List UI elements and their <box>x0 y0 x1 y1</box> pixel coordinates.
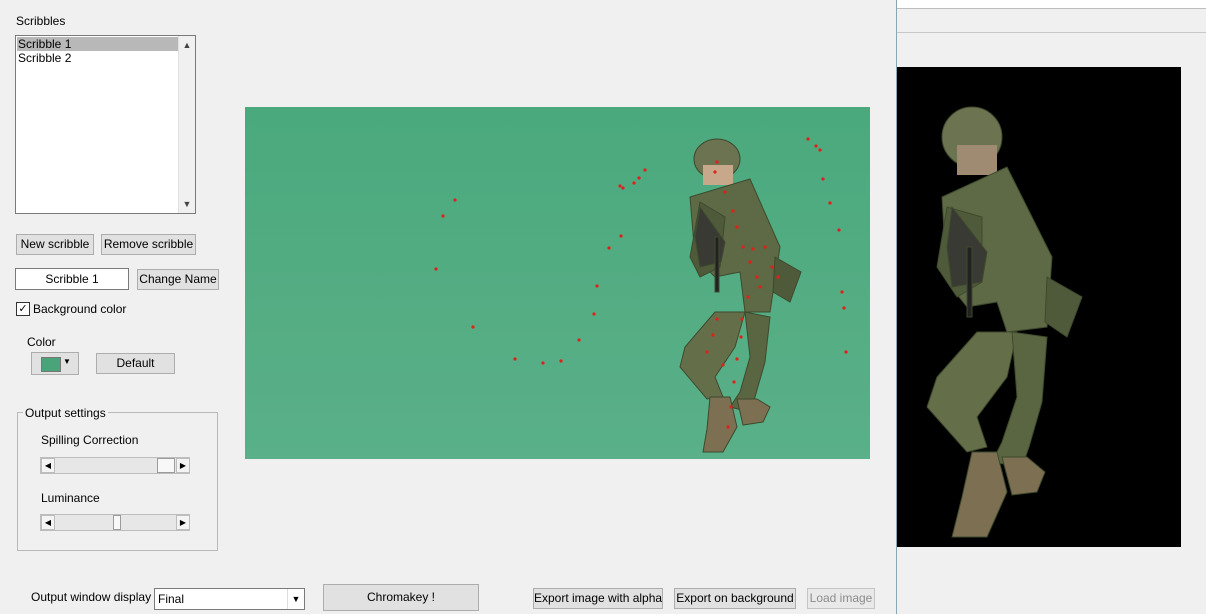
export-with-alpha-button[interactable]: Export image with alpha <box>533 588 663 609</box>
chevron-down-icon[interactable]: ▼ <box>287 589 304 609</box>
change-name-button[interactable]: Change Name <box>137 269 219 290</box>
color-swatch <box>41 357 61 372</box>
luminance-slider[interactable]: ◀ ▶ <box>40 514 190 531</box>
spilling-correction-slider[interactable]: ◀ ▶ <box>40 457 190 474</box>
input-image-preview[interactable] <box>245 107 870 459</box>
output-window-display-label: Output window display <box>31 590 152 604</box>
luminance-label: Luminance <box>41 491 100 505</box>
caret-down-icon: ▼ <box>63 357 71 366</box>
background-color-checkbox[interactable]: ✓ <box>16 302 30 316</box>
background-color-label: Background color <box>33 302 127 316</box>
extracted-soldier-image <box>897 67 1181 547</box>
output-image <box>897 67 1181 547</box>
select-value: Final <box>158 592 185 606</box>
arrow-left-icon[interactable]: ◀ <box>41 458 55 473</box>
output-window-divider <box>897 32 1206 33</box>
list-item-scribble-1[interactable]: Scribble 1 <box>17 37 179 51</box>
scribble-list[interactable]: Scribble 1 Scribble 2 ▲ ▼ <box>15 35 196 214</box>
scribbles-title: Scribbles <box>16 14 66 28</box>
slider-thumb[interactable] <box>113 515 121 530</box>
chevron-down-icon[interactable]: ▼ <box>179 196 195 212</box>
list-item-scribble-2[interactable]: Scribble 2 <box>17 51 179 65</box>
chevron-up-icon[interactable]: ▲ <box>179 37 195 53</box>
load-image-button[interactable]: Load image <box>807 588 875 609</box>
arrow-left-icon[interactable]: ◀ <box>41 515 55 530</box>
arrow-right-icon[interactable]: ▶ <box>176 458 190 473</box>
output-window-titlebar <box>897 0 1206 9</box>
scribble-name-field[interactable]: Scribble 1 <box>15 268 129 290</box>
green-screen-image[interactable] <box>245 107 870 459</box>
export-on-background-button[interactable]: Export on background <box>674 588 796 609</box>
new-scribble-button[interactable]: New scribble <box>16 234 94 255</box>
spilling-correction-label: Spilling Correction <box>41 433 139 447</box>
output-settings-title: Output settings <box>23 406 108 420</box>
remove-scribble-button[interactable]: Remove scribble <box>101 234 196 255</box>
arrow-right-icon[interactable]: ▶ <box>176 515 190 530</box>
check-icon: ✓ <box>18 303 28 315</box>
list-scrollbar[interactable]: ▲ ▼ <box>178 36 195 213</box>
color-label: Color <box>27 335 56 349</box>
color-picker-button[interactable]: ▼ <box>31 352 79 375</box>
slider-thumb[interactable] <box>157 458 175 473</box>
chromakey-button[interactable]: Chromakey ! <box>323 584 479 611</box>
output-window-display-select[interactable]: Final ▼ <box>154 588 305 610</box>
default-color-button[interactable]: Default <box>96 353 175 374</box>
